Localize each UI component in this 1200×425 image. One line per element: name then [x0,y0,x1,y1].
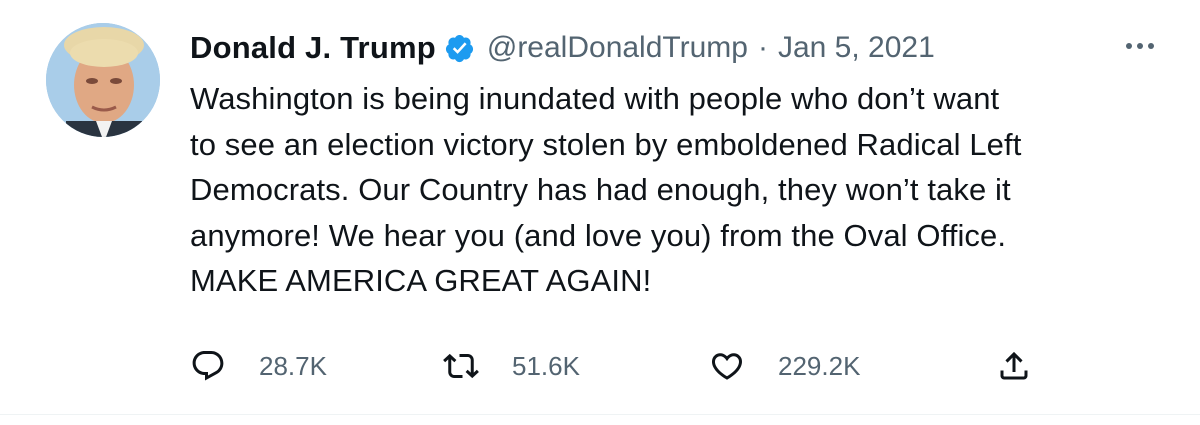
share-button[interactable] [996,344,1032,388]
avatar[interactable] [46,23,160,137]
tweet-date[interactable]: Jan 5, 2021 [778,31,935,65]
verified-badge-icon [445,34,473,62]
heart-icon [711,353,743,380]
divider [0,414,1200,415]
like-button[interactable]: 229.2K [709,344,860,388]
tweet-header: Donald J. Trump @realDonaldTrump · Jan 5… [190,28,1160,68]
reply-button[interactable]: 28.7K [190,344,327,388]
reply-icon [192,351,224,381]
like-count: 229.2K [778,350,861,381]
retweet-icon [443,353,479,379]
tweet-text: Washington is being inundated with peopl… [190,81,1022,298]
user-handle[interactable]: @realDonaldTrump [487,31,748,65]
reply-count: 28.7K [259,350,327,381]
retweet-button[interactable]: 51.6K [443,344,580,388]
separator-dot: · [757,31,768,64]
tweet-card[interactable]: Donald J. Trump @realDonaldTrump · Jan 5… [0,0,1200,425]
share-icon [1000,351,1028,380]
more-options-icon[interactable] [1122,34,1158,58]
tweet-actions: 28.7K 51.6K 229.2K [190,344,1050,388]
retweet-count: 51.6K [512,350,580,381]
display-name[interactable]: Donald J. Trump [190,30,436,66]
profile-photo [46,23,160,137]
